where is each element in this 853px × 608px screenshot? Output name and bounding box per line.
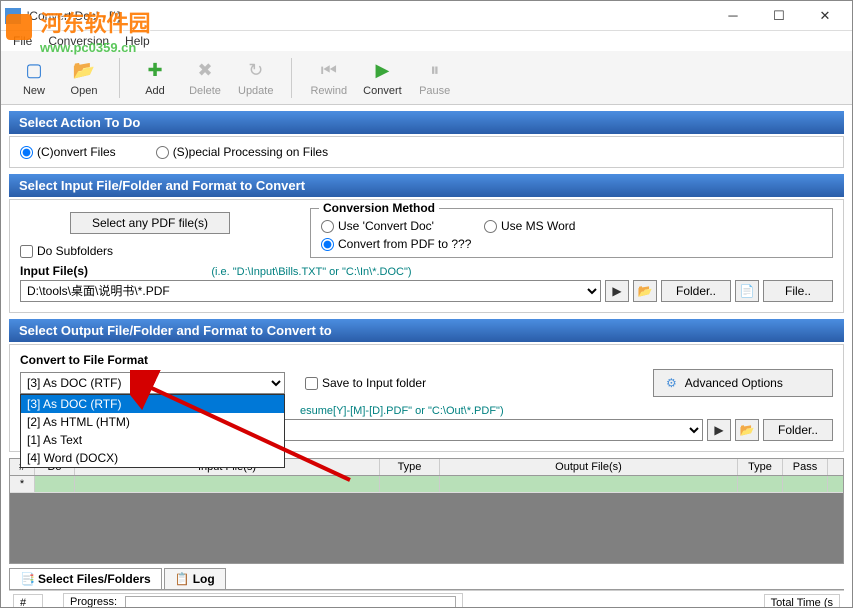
close-button[interactable]: ✕ bbox=[802, 2, 848, 30]
radio-convert-files[interactable]: (C)onvert Files bbox=[20, 145, 116, 159]
col-type1[interactable]: Type bbox=[380, 459, 440, 475]
status-progress-label: Progress: bbox=[70, 596, 117, 607]
delete-button[interactable]: ✖ Delete bbox=[180, 57, 230, 99]
update-button[interactable]: ↻ Update bbox=[230, 57, 281, 99]
section-input: Select Input File/Folder and Format to C… bbox=[9, 174, 844, 197]
menubar: File Conversion Help bbox=[1, 31, 852, 51]
new-row-marker: * bbox=[10, 476, 35, 492]
convert-icon: ▶ bbox=[370, 59, 394, 83]
menu-conversion[interactable]: Conversion bbox=[40, 32, 117, 50]
output-folder-button[interactable]: Folder.. bbox=[763, 419, 833, 441]
radio-use-convert-doc[interactable]: Use 'Convert Doc' bbox=[321, 219, 434, 233]
pause-label: Pause bbox=[419, 85, 450, 97]
output-hint: esume[Y]-[M]-[D].PDF" or "C:\Out\*.PDF") bbox=[300, 405, 504, 417]
input-hint: (i.e. "D:\Input\Bills.TXT" or "C:\In\*.D… bbox=[211, 266, 411, 278]
titlebar: 'Convert Doc' - [*] ─ ☐ ✕ bbox=[1, 1, 852, 31]
add-label: Add bbox=[145, 85, 165, 97]
radio-special-label: (S)pecial Processing on Files bbox=[173, 145, 328, 159]
do-subfolders-checkbox[interactable]: Do Subfolders bbox=[20, 244, 280, 258]
conversion-method-legend: Conversion Method bbox=[319, 201, 439, 215]
options-icon: ⚙ bbox=[666, 376, 677, 390]
convert-label: Convert bbox=[363, 85, 402, 97]
input-file-icon-button[interactable]: 📄 bbox=[735, 280, 759, 302]
radio-convert-from-pdf[interactable]: Convert from PDF to ??? bbox=[321, 237, 822, 251]
rewind-icon: ⏮ bbox=[317, 59, 341, 83]
format-option-docx[interactable]: [4] Word (DOCX) bbox=[21, 449, 284, 467]
status-bar: # Progress: Total Time (s bbox=[9, 590, 844, 607]
format-option-text[interactable]: [1] As Text bbox=[21, 431, 284, 449]
status-num: # bbox=[13, 594, 43, 607]
convert-button[interactable]: ▶ Convert bbox=[355, 57, 410, 99]
radio-use-ms-word[interactable]: Use MS Word bbox=[484, 219, 575, 233]
radio-special-processing[interactable]: (S)pecial Processing on Files bbox=[156, 145, 328, 159]
delete-icon: ✖ bbox=[193, 59, 217, 83]
format-dropdown: [3] As DOC (RTF) [2] As HTML (HTM) [1] A… bbox=[20, 394, 285, 468]
bottom-tabs: 📑 Select Files/Folders 📋 Log bbox=[9, 568, 844, 590]
open-icon: 📂 bbox=[72, 59, 96, 83]
do-subfolders-label: Do Subfolders bbox=[37, 244, 113, 258]
update-icon: ↻ bbox=[244, 59, 268, 83]
input-folder-icon-button[interactable]: 📂 bbox=[633, 280, 657, 302]
input-go-button[interactable]: ▶ bbox=[605, 280, 629, 302]
log-icon: 📋 bbox=[175, 572, 189, 586]
files-icon: 📑 bbox=[20, 572, 34, 586]
app-icon bbox=[5, 8, 21, 24]
input-path-select[interactable]: D:\tools\桌面\说明书\*.PDF bbox=[20, 280, 601, 302]
progress-bar bbox=[125, 596, 456, 607]
input-files-label: Input File(s) bbox=[20, 264, 88, 278]
col-output[interactable]: Output File(s) bbox=[440, 459, 738, 475]
new-label: New bbox=[23, 85, 45, 97]
input-file-button[interactable]: File.. bbox=[763, 280, 833, 302]
input-folder-button[interactable]: Folder.. bbox=[661, 280, 731, 302]
pause-button[interactable]: ⏸ Pause bbox=[410, 57, 460, 99]
tab-log[interactable]: 📋 Log bbox=[164, 568, 226, 589]
new-button[interactable]: ▢ New bbox=[9, 57, 59, 99]
delete-label: Delete bbox=[189, 85, 221, 97]
output-folder-icon-button[interactable]: 📂 bbox=[735, 419, 759, 441]
col-type2[interactable]: Type bbox=[738, 459, 783, 475]
add-button[interactable]: ✚ Add bbox=[130, 57, 180, 99]
tab-select-files[interactable]: 📑 Select Files/Folders bbox=[9, 568, 162, 589]
maximize-button[interactable]: ☐ bbox=[756, 2, 802, 30]
section-action: Select Action To Do bbox=[9, 111, 844, 134]
files-grid: # Do Input File(s) Type Output File(s) T… bbox=[9, 458, 844, 564]
output-go-button[interactable]: ▶ bbox=[707, 419, 731, 441]
convert-format-label: Convert to File Format bbox=[20, 353, 833, 367]
col-pass[interactable]: Pass bbox=[783, 459, 828, 475]
rewind-button[interactable]: ⏮ Rewind bbox=[302, 57, 355, 99]
radio-convert-label: (C)onvert Files bbox=[37, 145, 116, 159]
add-icon: ✚ bbox=[143, 59, 167, 83]
format-option-doc-rtf[interactable]: [3] As DOC (RTF) bbox=[21, 395, 284, 413]
menu-help[interactable]: Help bbox=[117, 32, 158, 50]
new-icon: ▢ bbox=[22, 59, 46, 83]
advanced-options-button[interactable]: ⚙ Advanced Options bbox=[653, 369, 833, 397]
format-option-html[interactable]: [2] As HTML (HTM) bbox=[21, 413, 284, 431]
pause-icon: ⏸ bbox=[423, 59, 447, 83]
grid-new-row[interactable]: * bbox=[10, 476, 843, 493]
select-pdf-button[interactable]: Select any PDF file(s) bbox=[70, 212, 230, 234]
window-title: 'Convert Doc' - [*] bbox=[27, 9, 710, 23]
format-select[interactable]: [3] As DOC (RTF) bbox=[20, 372, 285, 394]
rewind-label: Rewind bbox=[310, 85, 347, 97]
section-output: Select Output File/Folder and Format to … bbox=[9, 319, 844, 342]
status-total-time: Total Time (s bbox=[764, 594, 840, 607]
open-button[interactable]: 📂 Open bbox=[59, 57, 109, 99]
toolbar: ▢ New 📂 Open ✚ Add ✖ Delete ↻ Update ⏮ R… bbox=[1, 51, 852, 105]
update-label: Update bbox=[238, 85, 273, 97]
menu-file[interactable]: File bbox=[5, 32, 40, 50]
save-to-input-checkbox[interactable]: Save to Input folder bbox=[305, 376, 426, 390]
open-label: Open bbox=[71, 85, 98, 97]
minimize-button[interactable]: ─ bbox=[710, 2, 756, 30]
